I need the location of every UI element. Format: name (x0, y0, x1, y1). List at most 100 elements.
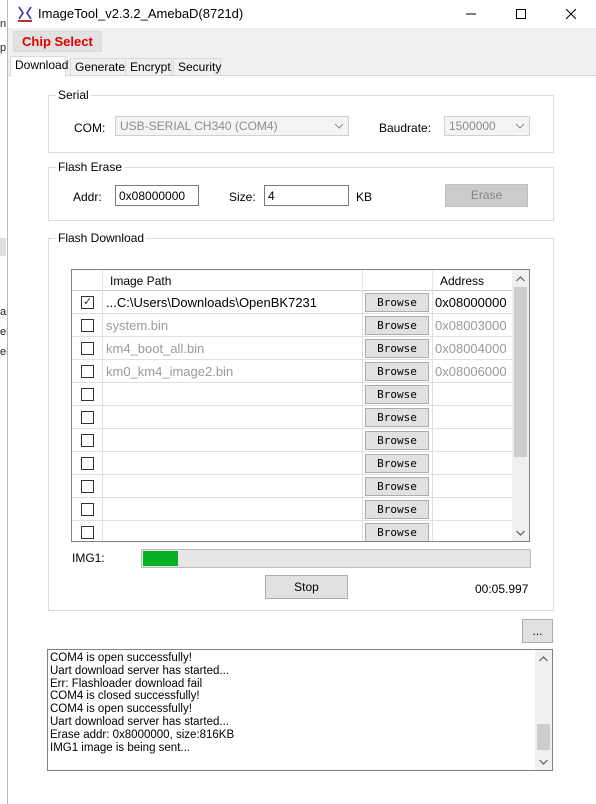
row-address-cell[interactable] (433, 452, 512, 475)
row-check-cell (72, 475, 103, 498)
log-line: Uart download server has started... (50, 715, 229, 728)
row-address-cell[interactable] (433, 521, 512, 541)
baudrate-select[interactable]: 1500000 (444, 116, 530, 136)
row-address-cell[interactable]: 0x08000000 (433, 291, 512, 314)
row-path-cell[interactable]: km4_boot_all.bin (103, 337, 363, 360)
tab-download[interactable]: Download (10, 56, 68, 77)
flash-erase-group: Flash Erase Addr: 0x08000000 Size: 4 KB … (48, 160, 554, 221)
row-checkbox[interactable] (81, 503, 94, 516)
row-browse-cell: Browse (363, 314, 433, 337)
scrollbar-thumb[interactable] (514, 287, 527, 457)
row-path-cell[interactable]: system.bin (103, 314, 363, 337)
scroll-up-button[interactable] (512, 270, 529, 287)
background-mark (0, 238, 6, 256)
imagetool-window: ImageTool_v2.3.2_AmebaD(8721d) Chip Sele… (7, 0, 596, 804)
browse-button[interactable]: Browse (365, 408, 429, 427)
chip-select-button[interactable]: Chip Select (13, 31, 102, 52)
image-table-scrollbar[interactable] (512, 270, 529, 541)
row-checkbox[interactable] (81, 319, 94, 332)
title-bar: ImageTool_v2.3.2_AmebaD(8721d) (8, 0, 596, 28)
browse-button[interactable]: Browse (365, 523, 429, 541)
row-checkbox[interactable]: ✓ (81, 296, 94, 309)
browse-button[interactable]: Browse (365, 500, 429, 519)
row-path-cell[interactable] (103, 475, 363, 498)
table-row: Browse (72, 498, 512, 521)
row-checkbox[interactable] (81, 434, 94, 447)
row-address-cell[interactable]: 0x08004000 (433, 337, 512, 360)
row-path-cell[interactable] (103, 406, 363, 429)
browse-button[interactable]: Browse (365, 339, 429, 358)
row-check-cell (72, 337, 103, 360)
row-path-cell[interactable]: C:\Users\Downloads\OpenBK7231... (103, 291, 363, 314)
row-address-cell[interactable]: 0x08006000 (433, 360, 512, 383)
table-row: Browse (72, 383, 512, 406)
row-path-cell[interactable] (103, 498, 363, 521)
row-checkbox[interactable] (81, 388, 94, 401)
maximize-button[interactable] (498, 0, 544, 28)
browse-button[interactable]: Browse (365, 362, 429, 381)
image-address-text: 0x08004000 (435, 341, 507, 356)
row-address-cell[interactable] (433, 475, 512, 498)
erase-addr-input[interactable]: 0x08000000 (115, 185, 199, 206)
erase-size-input[interactable]: 4 (264, 185, 349, 206)
row-check-cell (72, 452, 103, 475)
row-browse-cell: Browse (363, 521, 433, 541)
log-line: Err: Flashloader download fail (50, 677, 203, 690)
table-row: Browse (72, 521, 512, 541)
more-options-button[interactable]: ... (522, 619, 553, 643)
log-scroll-up-button[interactable] (535, 650, 552, 667)
browse-button[interactable]: Browse (365, 431, 429, 450)
row-path-cell[interactable] (103, 383, 363, 406)
header-check-column (72, 270, 103, 291)
row-address-cell[interactable] (433, 406, 512, 429)
row-address-cell[interactable]: 0x08003000 (433, 314, 512, 337)
scroll-down-button[interactable] (512, 524, 529, 541)
erase-button[interactable]: Erase (445, 184, 528, 207)
row-path-cell[interactable] (103, 429, 363, 452)
image-address-text: 0x08006000 (435, 364, 507, 379)
stop-button[interactable]: Stop (265, 575, 348, 599)
header-image-path: Image Path (103, 270, 363, 291)
row-checkbox[interactable] (81, 411, 94, 424)
row-browse-cell: Browse (363, 383, 433, 406)
row-checkbox[interactable] (81, 457, 94, 470)
log-scroll-down-button[interactable] (535, 753, 552, 770)
row-checkbox[interactable] (81, 526, 94, 539)
browse-button[interactable]: Browse (365, 477, 429, 496)
log-scrollbar[interactable] (535, 650, 552, 770)
table-row: Browse (72, 452, 512, 475)
browse-button[interactable]: Browse (365, 385, 429, 404)
row-checkbox[interactable] (81, 480, 94, 493)
log-scrollbar-thumb[interactable] (537, 724, 550, 750)
baudrate-value: 1500000 (449, 119, 496, 133)
row-path-cell[interactable] (103, 521, 363, 541)
image-address-text: 0x08003000 (435, 318, 507, 333)
row-path-cell[interactable]: km0_km4_image2.bin (103, 360, 363, 383)
table-row: Browse (72, 406, 512, 429)
tab-encrypt[interactable]: Encrypt (125, 58, 172, 76)
minimize-button[interactable] (448, 0, 494, 28)
window-title: ImageTool_v2.3.2_AmebaD(8721d) (38, 6, 244, 21)
row-address-cell[interactable] (433, 429, 512, 452)
download-tab-panel: Serial COM: USB-SERIAL CH340 (COM4) Baud… (8, 75, 596, 804)
row-address-cell[interactable] (433, 383, 512, 406)
browse-button[interactable]: Browse (365, 316, 429, 335)
close-button[interactable] (548, 0, 594, 28)
browse-button[interactable]: Browse (365, 454, 429, 473)
tab-generate[interactable]: Generate (70, 58, 126, 76)
row-check-cell (72, 498, 103, 521)
menu-bar: Chip Select (8, 28, 596, 54)
row-path-cell[interactable] (103, 452, 363, 475)
browse-button[interactable]: Browse (365, 293, 429, 312)
row-address-cell[interactable] (433, 498, 512, 521)
tab-security[interactable]: Security (173, 58, 221, 76)
row-checkbox[interactable] (81, 365, 94, 378)
row-browse-cell: Browse (363, 429, 433, 452)
log-output[interactable]: COM4 is open successfully! Uart download … (47, 649, 553, 771)
elapsed-time: 00:05.997 (475, 582, 529, 596)
row-browse-cell: Browse (363, 406, 433, 429)
com-port-select[interactable]: USB-SERIAL CH340 (COM4) (115, 116, 349, 136)
table-row: ✓ C:\Users\Downloads\OpenBK7231... Browse 0… (72, 291, 512, 314)
row-checkbox[interactable] (81, 342, 94, 355)
table-row: Browse (72, 475, 512, 498)
